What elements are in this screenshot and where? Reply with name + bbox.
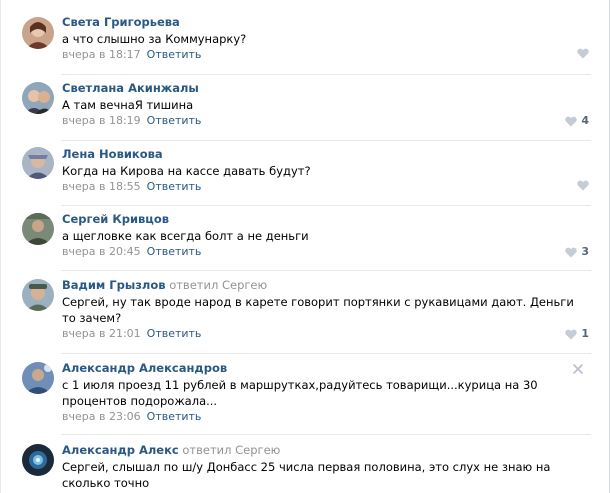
heart-icon — [565, 116, 578, 126]
heart-icon — [577, 180, 589, 191]
timestamp[interactable]: вчера в 18:17 — [62, 48, 141, 61]
like-button[interactable]: 3 — [565, 245, 589, 259]
avatar[interactable] — [22, 444, 54, 476]
comment-text: Сергей, слышал по ш/у Донбасс 25 числа п… — [62, 460, 551, 490]
author-line: Лена Новикова — [62, 147, 163, 161]
author-name[interactable]: Вадим Грызлов — [62, 278, 166, 292]
author-line: Вадим Грызлов ответил Сергею — [62, 278, 267, 292]
divider — [61, 140, 591, 141]
divider — [61, 434, 591, 435]
close-icon[interactable] — [573, 364, 583, 374]
reply-button[interactable]: Ответить — [147, 327, 202, 340]
author-line: Александр Алекс ответил Сергею — [62, 443, 280, 457]
like-count: 3 — [581, 245, 589, 258]
author-name[interactable]: Сергей Кривцов — [62, 212, 169, 226]
comment-meta: вчера в 21:01 Ответить — [62, 327, 201, 341]
like-count: 4 — [581, 114, 589, 127]
divider — [61, 270, 591, 271]
like-button[interactable] — [577, 180, 589, 191]
author-name[interactable]: Лена Новикова — [62, 147, 163, 161]
comments-list: Света Григорьева а что слышно за Коммуна… — [0, 0, 610, 493]
like-count: 1 — [581, 327, 589, 340]
reply-button[interactable]: Ответить — [147, 245, 202, 258]
comment-meta: вчера в 18:17 Ответить — [62, 48, 201, 62]
avatar[interactable] — [22, 17, 54, 49]
like-button[interactable]: 4 — [565, 114, 589, 128]
like-button[interactable] — [577, 48, 589, 59]
comment-text: а щегловке как всегда болт а не деньги — [62, 229, 309, 243]
divider — [61, 205, 591, 206]
avatar[interactable] — [22, 82, 54, 114]
comment-text: Когда на Кирова на кассе давать будут? — [62, 164, 311, 178]
heart-icon — [565, 247, 578, 257]
heart-icon — [565, 329, 578, 339]
like-button[interactable]: 1 — [565, 327, 589, 341]
author-name[interactable]: Александр Алекс — [62, 443, 179, 457]
comment-meta: вчера в 20:45 Ответить — [62, 245, 201, 259]
timestamp[interactable]: вчера в 20:45 — [62, 245, 141, 258]
reply-button[interactable]: Ответить — [147, 48, 202, 61]
avatar[interactable] — [22, 279, 54, 311]
timestamp[interactable]: вчера в 18:19 — [62, 114, 141, 127]
replied-label: ответил — [169, 278, 219, 292]
author-line: Света Григорьева — [62, 15, 180, 29]
timestamp[interactable]: вчера в 21:01 — [62, 327, 141, 340]
comment-text: с 1 июля проезд 11 рублей в маршрутках,р… — [62, 378, 538, 408]
avatar[interactable] — [22, 213, 54, 245]
author-line: Сергей Кривцов — [62, 212, 169, 226]
avatar[interactable] — [22, 362, 54, 394]
author-name[interactable]: Светлана Акинжалы — [62, 81, 199, 95]
divider — [61, 74, 591, 75]
heart-icon — [577, 48, 589, 59]
reply-button[interactable]: Ответить — [147, 410, 202, 423]
replied-label: ответил — [182, 443, 232, 457]
reply-target-link[interactable]: Сергею — [235, 443, 280, 457]
avatar[interactable] — [22, 147, 54, 179]
timestamp[interactable]: вчера в 23:06 — [62, 410, 141, 423]
author-line: Александр Александров — [62, 361, 227, 375]
author-name[interactable]: Александр Александров — [62, 361, 227, 375]
comment-meta: вчера в 18:55 Ответить — [62, 180, 201, 194]
author-line: Светлана Акинжалы — [62, 81, 199, 95]
divider — [61, 353, 591, 354]
reply-target-link[interactable]: Сергею — [222, 278, 267, 292]
comment-meta: вчера в 18:19 Ответить — [62, 114, 201, 128]
reply-button[interactable]: Ответить — [147, 114, 202, 127]
comment-text: А там вечнаЯ тишина — [62, 98, 194, 112]
timestamp[interactable]: вчера в 18:55 — [62, 180, 141, 193]
reply-button[interactable]: Ответить — [147, 180, 202, 193]
comment-text: Сергей, ну так вроде народ в карете гово… — [62, 295, 574, 325]
author-name[interactable]: Света Григорьева — [62, 15, 180, 29]
comment-text: а что слышно за Коммунарку? — [62, 32, 247, 46]
comment-meta: вчера в 23:06 Ответить — [62, 410, 201, 424]
